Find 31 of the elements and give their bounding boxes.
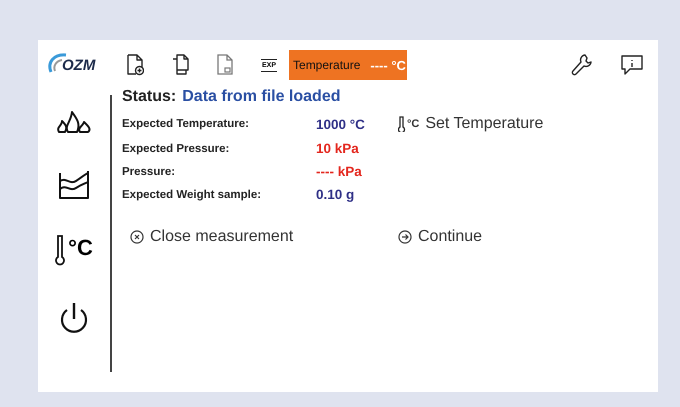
temperature-label: Temperature bbox=[293, 58, 360, 72]
continue-button[interactable]: Continue bbox=[398, 228, 482, 246]
reading-value: 1000 °C bbox=[316, 116, 366, 132]
celsius-label: °C bbox=[407, 118, 420, 130]
celsius-label: °C bbox=[68, 235, 93, 261]
thermometer-icon bbox=[55, 233, 68, 267]
power-icon[interactable] bbox=[58, 301, 90, 335]
file-lock-icon[interactable] bbox=[216, 54, 234, 76]
temperature-value: ---- °C bbox=[370, 58, 406, 72]
reading-label: Expected Weight sample: bbox=[122, 188, 262, 200]
reading-label: Pressure: bbox=[122, 166, 176, 178]
reading-value: 10 kPa bbox=[316, 141, 360, 156]
status-value: Data from file loaded bbox=[182, 88, 340, 105]
close-icon bbox=[130, 230, 144, 244]
add-file-icon[interactable] bbox=[126, 54, 144, 76]
thermometer-icon bbox=[398, 116, 406, 132]
close-measurement-button[interactable]: Close measurement bbox=[130, 228, 398, 246]
arrow-right-icon bbox=[398, 230, 412, 244]
wrench-icon[interactable] bbox=[570, 53, 592, 77]
copy-icon[interactable] bbox=[171, 54, 189, 76]
info-icon[interactable] bbox=[620, 54, 644, 76]
reading-value: ---- kPa bbox=[316, 164, 363, 179]
reading-label: Expected Temperature: bbox=[122, 118, 250, 130]
set-temperature-button[interactable]: °C Set Temperature bbox=[398, 115, 544, 133]
wave-chart-icon[interactable] bbox=[58, 169, 90, 199]
status-label: Status: bbox=[122, 88, 176, 105]
reading-label: Expected Pressure: bbox=[122, 142, 230, 154]
logo-text: OZM bbox=[62, 56, 96, 74]
reading-value: 0.10 g bbox=[316, 187, 356, 202]
flames-icon[interactable] bbox=[56, 109, 92, 135]
thermometer-button[interactable]: °C bbox=[55, 233, 93, 267]
